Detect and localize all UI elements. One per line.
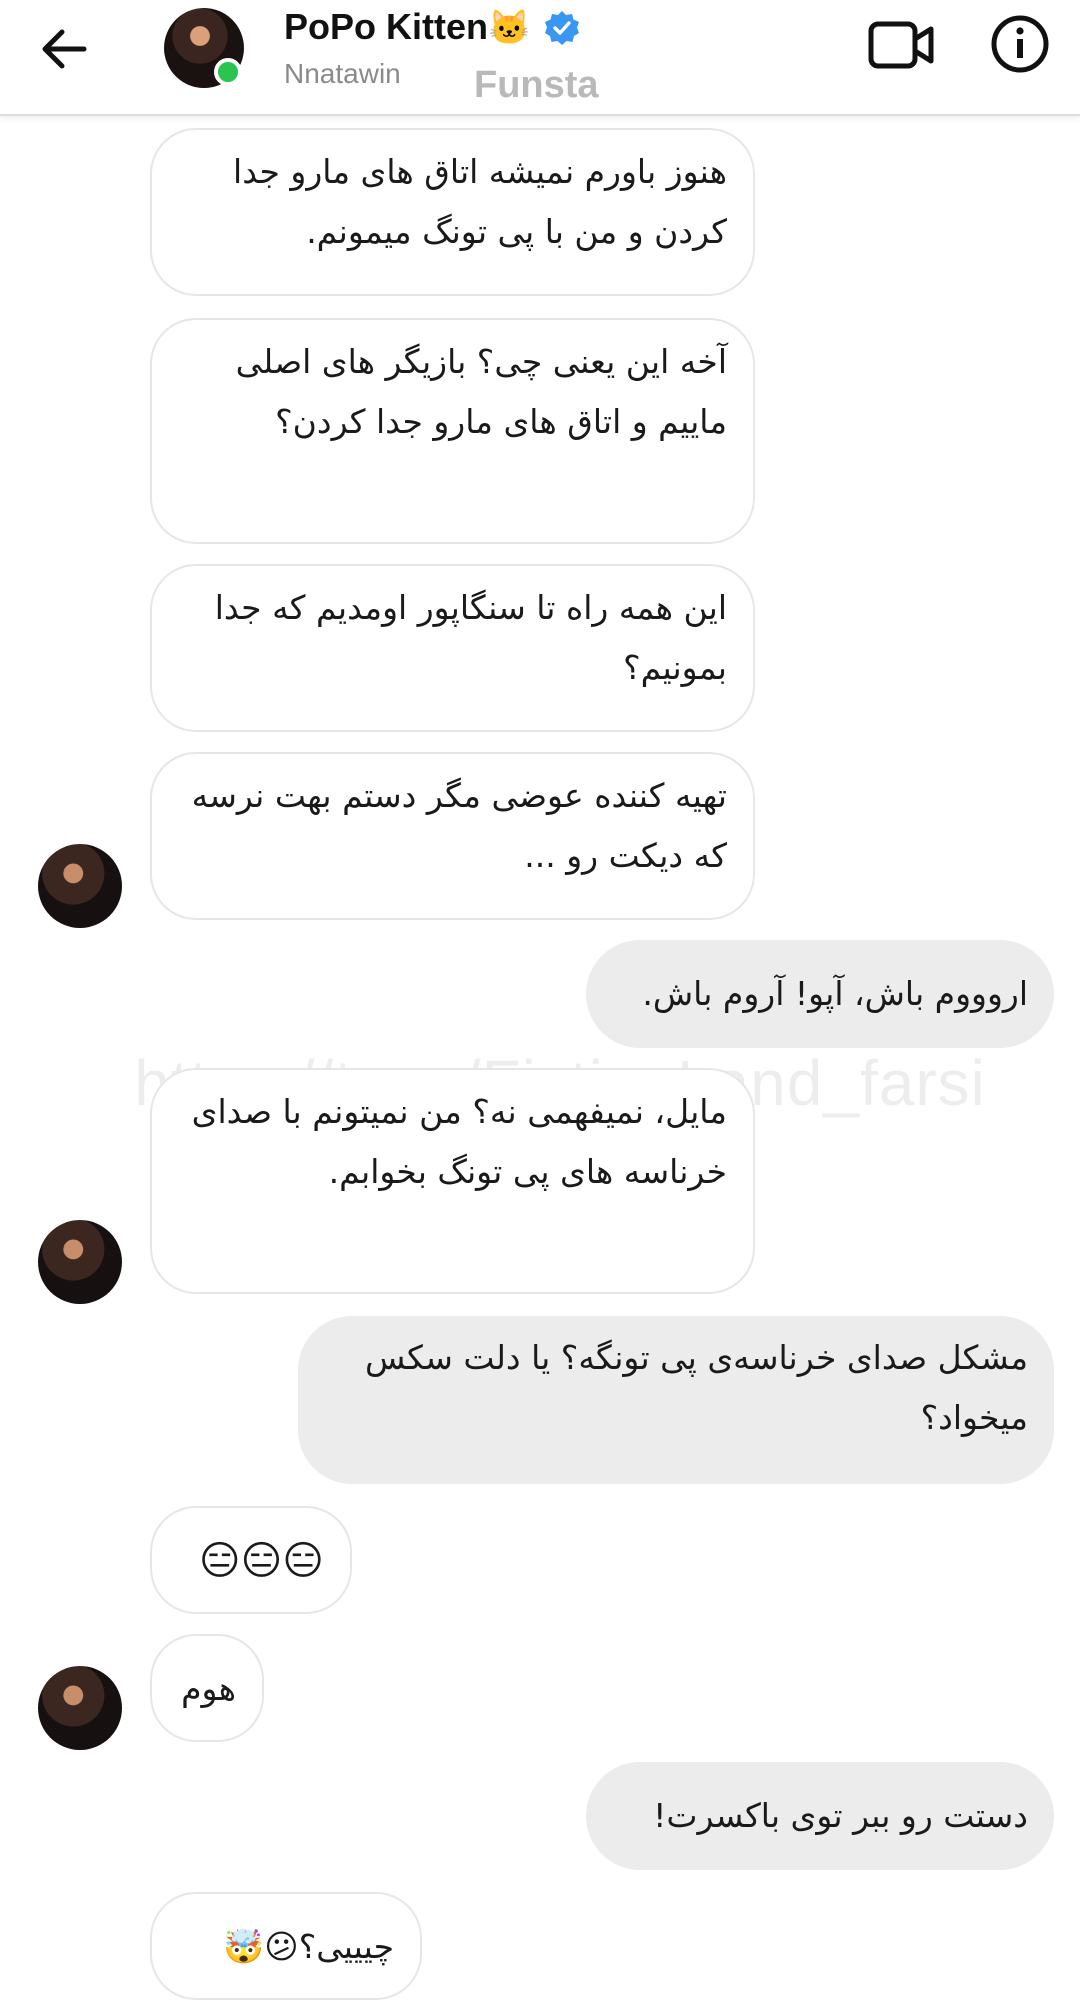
message-bubble-incoming[interactable]: تهیه کننده عوضی مگر دستم بهت نرسه که دیک… bbox=[150, 752, 755, 920]
info-icon[interactable] bbox=[990, 14, 1050, 74]
cat-emoji: 🐱 bbox=[488, 9, 531, 47]
message-bubble-incoming[interactable]: هوم bbox=[150, 1634, 264, 1742]
app-watermark: Funsta bbox=[474, 64, 599, 106]
message-bubble-incoming[interactable]: این همه راه تا سنگاپور اومدیم که جدا بمو… bbox=[150, 564, 755, 732]
contact-name[interactable]: PoPo Kitten🐱 bbox=[284, 6, 530, 48]
chat-header: PoPo Kitten🐱 Nnatawin Funsta bbox=[0, 0, 1080, 116]
message-bubble-incoming[interactable]: هنوز باورم نمیشه اتاق های مارو جدا کردن … bbox=[150, 128, 755, 296]
message-bubble-outgoing[interactable]: اروووم باش، آپو! آروم باش. bbox=[586, 940, 1054, 1048]
contact-avatar-small[interactable] bbox=[38, 1666, 122, 1750]
online-status-dot bbox=[214, 58, 242, 86]
message-bubble-incoming[interactable]: آخه این یعنی چی؟ بازیگر های اصلی ماییم و… bbox=[150, 318, 755, 544]
message-bubble-outgoing[interactable]: مشکل صدای خرناسه‌ی پی تونگه؟ یا دلت سکس … bbox=[298, 1316, 1054, 1484]
message-bubble-outgoing[interactable]: دستت رو ببر توی باکسرت! bbox=[586, 1762, 1054, 1870]
message-bubble-incoming[interactable]: 😑😑😑 bbox=[150, 1506, 352, 1614]
contact-avatar-small[interactable] bbox=[38, 844, 122, 928]
contact-handle: Nnatawin bbox=[284, 58, 401, 89]
video-call-icon[interactable] bbox=[868, 18, 936, 72]
verified-badge-icon bbox=[544, 10, 580, 46]
contact-avatar-small[interactable] bbox=[38, 1220, 122, 1304]
contact-name-text: PoPo Kitten bbox=[284, 6, 488, 47]
message-bubble-incoming[interactable]: مایل، نمیفهمی نه؟ من نمیتونم با صدای خرن… bbox=[150, 1068, 755, 1294]
back-arrow-icon[interactable] bbox=[36, 24, 96, 74]
message-bubble-incoming[interactable]: چیییی؟😕🤯 bbox=[150, 1892, 422, 2000]
